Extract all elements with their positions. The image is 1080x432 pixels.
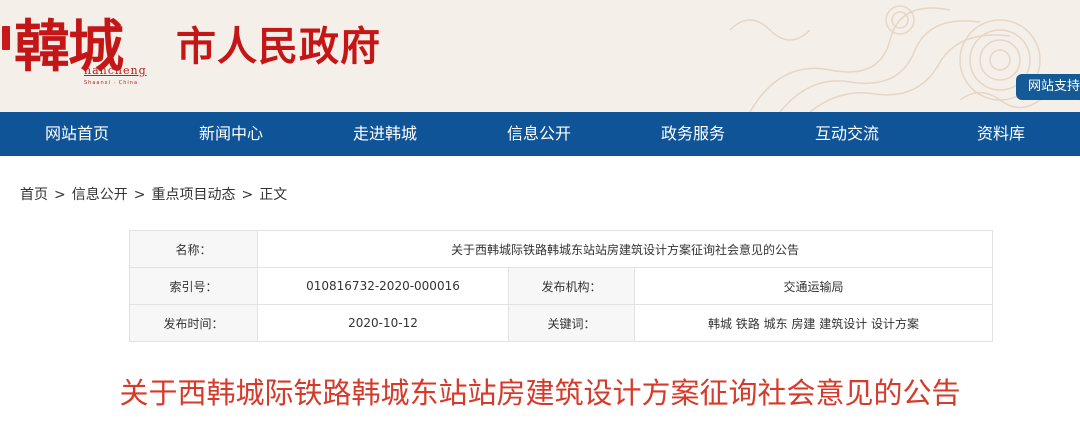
seal-icon bbox=[2, 26, 10, 50]
nav-item-home[interactable]: 网站首页 bbox=[0, 112, 154, 156]
nav-item-info-disclosure[interactable]: 信息公开 bbox=[462, 112, 616, 156]
site-support-button[interactable]: 网站支持 bbox=[1016, 74, 1080, 100]
breadcrumb-info-disclosure[interactable]: 信息公开 bbox=[72, 187, 128, 203]
logo-government-name: 市人民政府 bbox=[176, 23, 381, 70]
breadcrumb-separator: > bbox=[133, 187, 146, 203]
breadcrumb: 首页 > 信息公开 > 重点项目动态 > 正文 bbox=[20, 184, 287, 204]
breadcrumb-separator: > bbox=[241, 187, 254, 203]
nav-item-government-services[interactable]: 政务服务 bbox=[616, 112, 770, 156]
date-label: 发布时间： bbox=[129, 304, 258, 342]
org-value: 交通运输局 bbox=[634, 267, 993, 305]
nav-item-about-city[interactable]: 走进韩城 bbox=[308, 112, 462, 156]
site-header: 韓城 hancheng Shaanxi · China 市人民政府 网站支持 bbox=[0, 0, 1080, 112]
date-value: 2020-10-12 bbox=[257, 304, 509, 342]
logo-english-subtitle: Shaanxi · China bbox=[84, 80, 139, 86]
nav-item-news[interactable]: 新闻中心 bbox=[154, 112, 308, 156]
breadcrumb-current: 正文 bbox=[259, 187, 288, 203]
table-row: 名称： 关于西韩城际铁路韩城东站站房建筑设计方案征询社会意见的公告 bbox=[129, 230, 993, 268]
table-row: 索引号： 010816732-2020-000016 发布机构： 交通运输局 bbox=[129, 267, 993, 305]
document-info-table: 名称： 关于西韩城际铁路韩城东站站房建筑设计方案征询社会意见的公告 索引号： 0… bbox=[129, 230, 993, 342]
breadcrumb-home[interactable]: 首页 bbox=[20, 187, 48, 203]
name-label: 名称： bbox=[129, 230, 258, 268]
nav-item-interaction[interactable]: 互动交流 bbox=[770, 112, 924, 156]
breadcrumb-separator: > bbox=[54, 187, 66, 203]
breadcrumb-key-projects[interactable]: 重点项目动态 bbox=[151, 187, 235, 203]
name-value: 关于西韩城际铁路韩城东站站房建筑设计方案征询社会意见的公告 bbox=[257, 230, 993, 268]
article-title: 关于西韩城际铁路韩城东站站房建筑设计方案征询社会意见的公告 bbox=[119, 376, 961, 410]
keywords-label: 关键词： bbox=[508, 304, 635, 342]
index-value: 010816732-2020-000016 bbox=[257, 267, 509, 305]
keywords-value: 韩城 铁路 城东 房建 建筑设计 设计方案 bbox=[634, 304, 993, 342]
logo-english-name: hancheng bbox=[84, 64, 147, 77]
org-label: 发布机构： bbox=[508, 267, 635, 305]
nav-item-database[interactable]: 资料库 bbox=[924, 112, 1078, 156]
main-nav: 网站首页 新闻中心 走进韩城 信息公开 政务服务 互动交流 资料库 bbox=[0, 112, 1080, 156]
index-label: 索引号： bbox=[129, 267, 258, 305]
site-logo[interactable]: 韓城 hancheng Shaanxi · China 市人民政府 bbox=[0, 6, 520, 106]
table-row: 发布时间： 2020-10-12 关键词： 韩城 铁路 城东 房建 建筑设计 设… bbox=[129, 304, 993, 342]
